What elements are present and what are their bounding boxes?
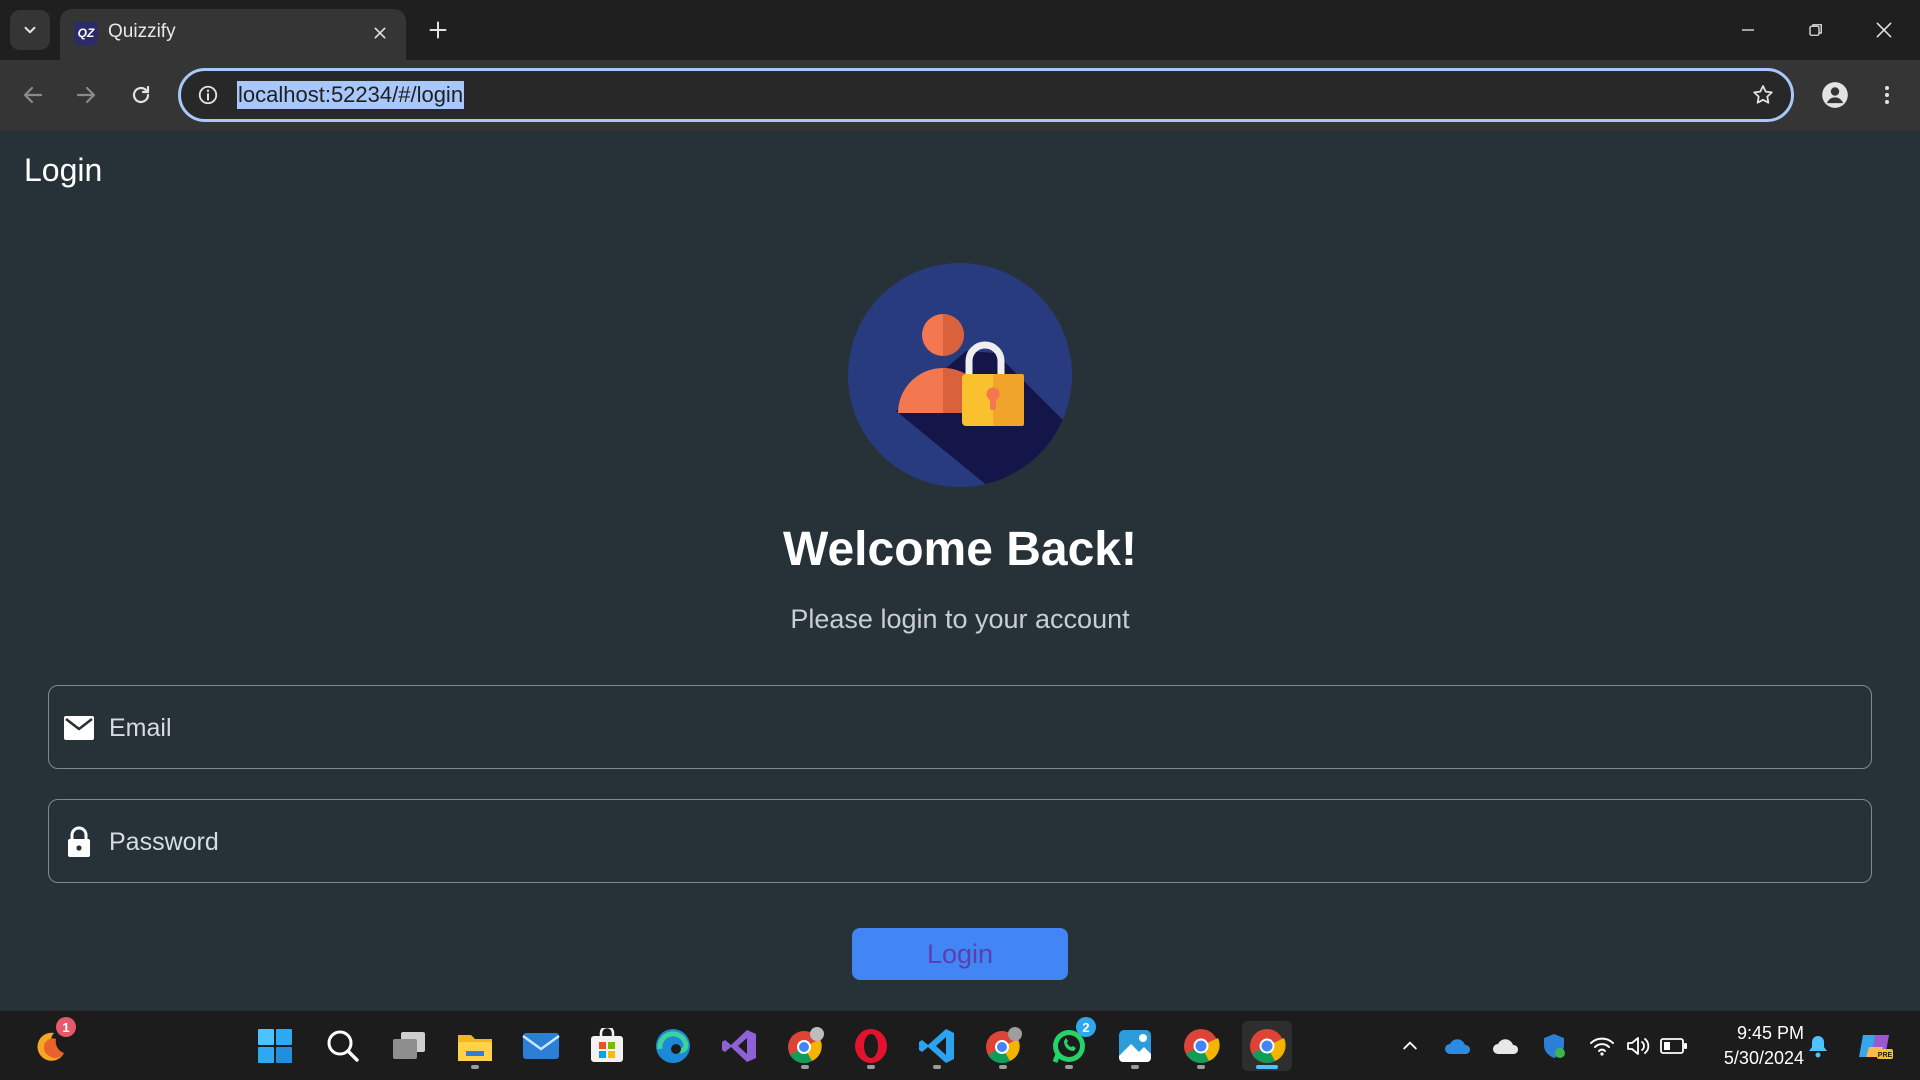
mail-icon	[63, 713, 95, 743]
forward-button[interactable]	[65, 74, 107, 116]
edge-icon[interactable]	[648, 1021, 698, 1071]
more-vertical-icon	[1885, 86, 1889, 104]
copilot-icon[interactable]: PRE	[1856, 1030, 1896, 1062]
chrome-active-icon[interactable]	[1242, 1021, 1292, 1071]
visual-studio-icon[interactable]	[714, 1021, 764, 1071]
tab-title: Quizzify	[108, 21, 176, 42]
task-view-icon[interactable]	[384, 1021, 434, 1071]
profile-button[interactable]	[1814, 74, 1856, 116]
chevron-down-icon	[24, 26, 36, 34]
email-field[interactable]: Email	[48, 685, 1872, 769]
bookmark-star-icon[interactable]	[1749, 81, 1777, 109]
arrow-left-icon	[23, 86, 43, 104]
taskbar-clock[interactable]: 9:45 PM 5/30/2024	[1700, 1021, 1804, 1071]
opera-icon[interactable]	[846, 1021, 896, 1071]
whatsapp-icon[interactable]: 2	[1044, 1017, 1096, 1071]
chrome-icon[interactable]	[1176, 1021, 1226, 1071]
address-bar[interactable]: localhost:52234/#/login	[178, 68, 1794, 122]
reload-icon	[132, 85, 150, 104]
arrow-right-icon	[76, 86, 96, 104]
restore-button[interactable]	[1788, 8, 1844, 52]
svg-text:PRE: PRE	[1878, 1052, 1893, 1059]
chrome-profile-icon[interactable]	[978, 1021, 1028, 1071]
restore-icon	[1809, 24, 1822, 36]
minimize-icon	[1742, 29, 1754, 31]
plus-icon	[429, 21, 447, 39]
notification-bell-icon[interactable]	[1802, 1030, 1834, 1062]
user-lock-illustration	[848, 263, 1072, 487]
weather-app-icon[interactable]: 1	[24, 1017, 76, 1071]
browser-menu-button[interactable]	[1866, 74, 1908, 116]
new-tab-button[interactable]	[418, 12, 458, 48]
reload-button[interactable]	[120, 74, 162, 116]
volume-icon[interactable]	[1622, 1030, 1654, 1062]
security-shield-icon[interactable]	[1538, 1030, 1570, 1062]
weather-badge: 1	[56, 1017, 76, 1037]
clock-date: 5/30/2024	[1723, 1048, 1804, 1068]
battery-icon[interactable]	[1658, 1030, 1690, 1062]
email-input[interactable]	[109, 704, 1849, 752]
page-title: Login	[24, 152, 103, 188]
login-page: Login Welcome Back! Please login to your…	[0, 130, 1920, 1010]
mail-icon[interactable]	[516, 1021, 566, 1071]
microsoft-store-icon[interactable]	[582, 1021, 632, 1071]
account-icon	[1822, 82, 1848, 108]
search-icon[interactable]	[318, 1021, 368, 1071]
wifi-icon[interactable]	[1586, 1030, 1618, 1062]
browser-tab[interactable]: QZ Quizzify	[60, 9, 406, 60]
clock-time: 9:45 PM	[1736, 1023, 1804, 1043]
login-button[interactable]: Login	[852, 928, 1068, 980]
password-input[interactable]	[109, 818, 1849, 866]
tab-close-button[interactable]	[368, 21, 392, 45]
browser-tabstrip: QZ Quizzify	[0, 0, 1920, 60]
site-info-icon[interactable]	[195, 82, 221, 108]
close-icon	[1876, 22, 1892, 38]
password-field[interactable]: Password	[48, 799, 1872, 883]
chevron-up-icon[interactable]	[1394, 1030, 1426, 1062]
minimize-button[interactable]	[1720, 8, 1776, 52]
welcome-heading: Welcome Back!	[783, 523, 1137, 576]
tab-search-button[interactable]	[10, 10, 50, 50]
windows-start-icon[interactable]	[250, 1021, 300, 1071]
quizzify-favicon-icon: QZ	[74, 21, 98, 45]
login-subtitle: Please login to your account	[790, 604, 1130, 634]
browser-toolbar: localhost:52234/#/login	[0, 60, 1920, 130]
file-explorer-icon[interactable]	[450, 1021, 500, 1071]
windows-taskbar: 1 2 9:45 PM 5/30/2024 PRE	[0, 1010, 1920, 1080]
close-window-button[interactable]	[1856, 8, 1912, 52]
vscode-icon[interactable]	[912, 1021, 962, 1071]
url-text[interactable]: localhost:52234/#/login	[237, 81, 465, 109]
back-button[interactable]	[12, 74, 54, 116]
onedrive-icon[interactable]	[1442, 1030, 1474, 1062]
whatsapp-badge: 2	[1076, 1017, 1096, 1037]
cloud-icon[interactable]	[1490, 1030, 1522, 1062]
chrome-profile-icon[interactable]	[780, 1021, 830, 1071]
photos-icon[interactable]	[1110, 1021, 1160, 1071]
lock-icon	[63, 826, 95, 857]
close-icon	[374, 27, 386, 39]
